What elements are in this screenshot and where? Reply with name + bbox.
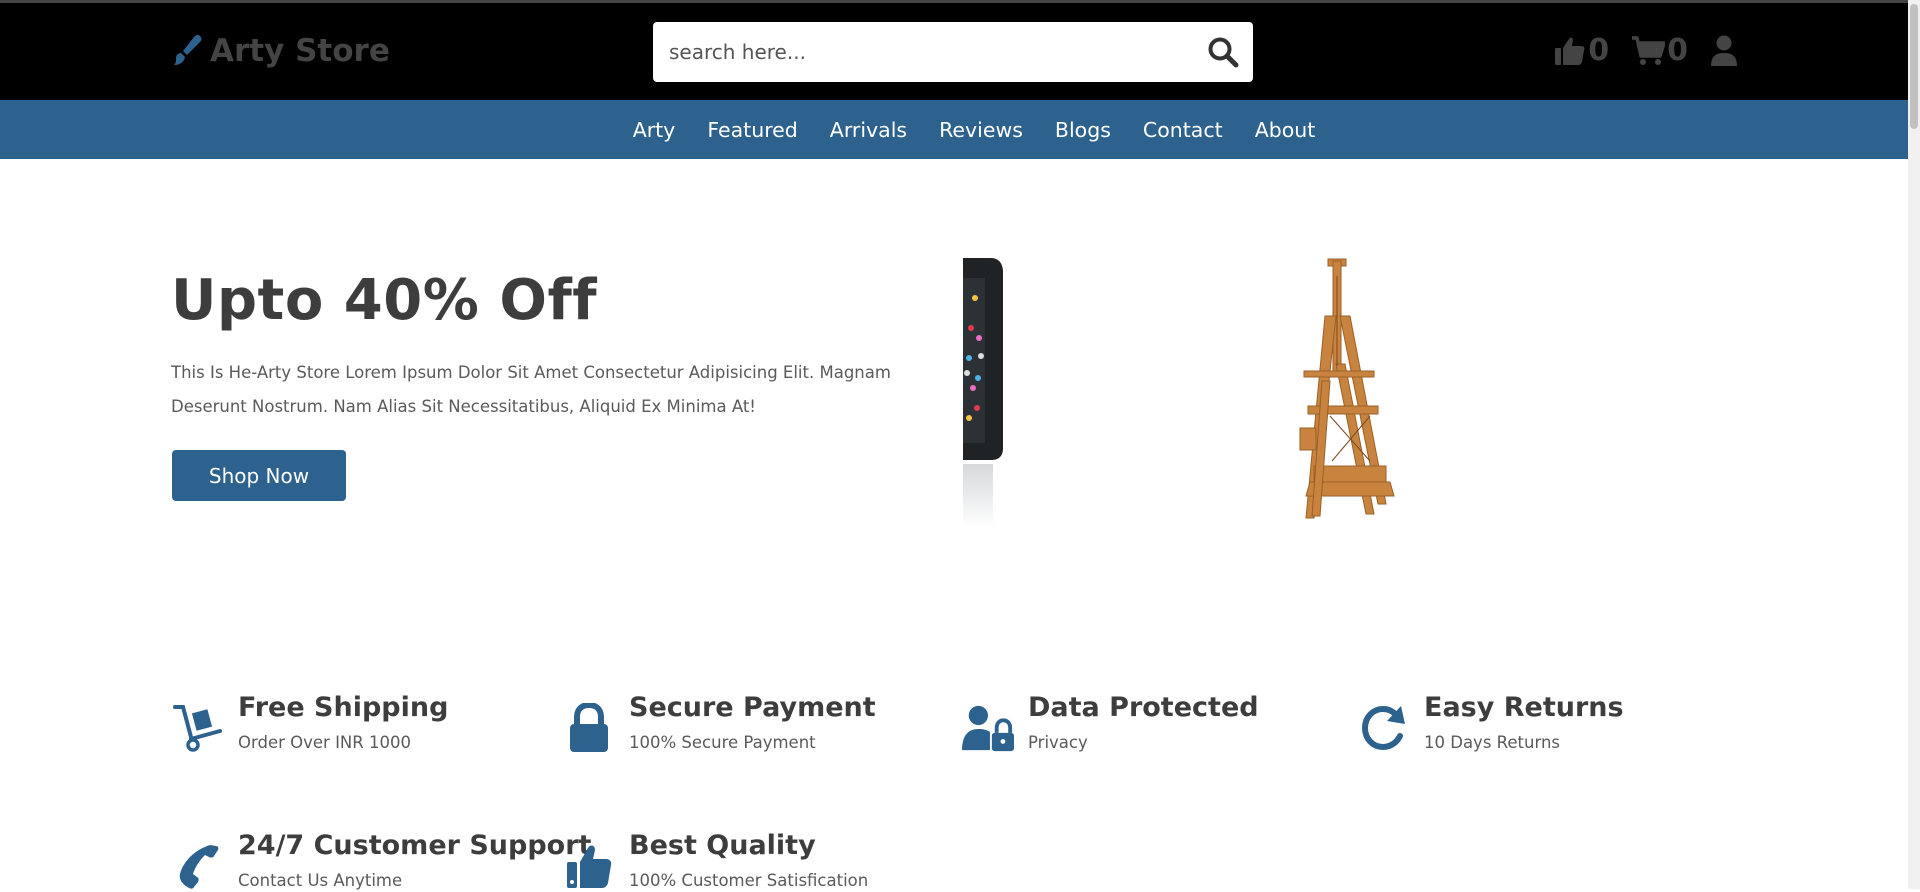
feature-secure-payment: Secure Payment 100% Secure Payment	[563, 692, 876, 754]
paint-brush-icon	[174, 34, 202, 65]
thumbs-up-icon	[1555, 37, 1585, 65]
feature-best-quality: Best Quality 100% Customer Satisfication	[563, 830, 868, 892]
brand-logo[interactable]: Arty Store	[172, 33, 390, 69]
wooden-easel-image	[1270, 256, 1420, 532]
marker-set-image	[963, 258, 1005, 528]
header-actions: 0 0	[1554, 33, 1738, 68]
cart-button[interactable]: 0	[1631, 33, 1688, 68]
likes-count: 0	[1588, 33, 1610, 68]
page-scrollbar[interactable]	[1908, 0, 1920, 889]
feature-subtitle: 10 Days Returns	[1424, 733, 1561, 752]
nav-link-arty[interactable]: Arty	[633, 118, 676, 142]
feature-title: Data Protected	[1028, 692, 1259, 723]
cart-icon	[1632, 35, 1666, 65]
top-header: Arty Store 0 0	[0, 0, 1908, 100]
hero-description: This Is He-Arty Store Lorem Ipsum Dolor …	[171, 363, 891, 416]
nav-link-arrivals[interactable]: Arrivals	[830, 118, 907, 142]
thumbs-up-icon	[563, 840, 615, 892]
account-button[interactable]	[1710, 35, 1738, 67]
feature-title: Best Quality	[629, 830, 816, 861]
scrollbar-thumb[interactable]	[1910, 4, 1918, 129]
shop-now-button[interactable]: Shop Now	[172, 450, 346, 501]
lock-icon	[563, 702, 615, 754]
nav-link-contact[interactable]: Contact	[1143, 118, 1223, 142]
feature-title: Free Shipping	[238, 692, 449, 723]
hero-title: Upto 40% Off	[171, 268, 598, 333]
feature-subtitle: Contact Us Anytime	[238, 871, 403, 890]
cart-count: 0	[1667, 33, 1688, 68]
nav-link-blogs[interactable]: Blogs	[1055, 118, 1111, 142]
search-icon	[1208, 37, 1239, 68]
user-icon	[1711, 35, 1737, 66]
nav-link-reviews[interactable]: Reviews	[939, 118, 1023, 142]
feature-subtitle: 100% Secure Payment	[629, 733, 816, 752]
nav-link-about[interactable]: About	[1255, 118, 1316, 142]
feature-subtitle: 100% Customer Satisfication	[629, 871, 869, 890]
user-lock-icon	[962, 702, 1014, 754]
search-bar	[653, 22, 1253, 82]
nav-link-featured[interactable]: Featured	[707, 118, 797, 142]
dolly-icon	[172, 702, 224, 754]
feature-subtitle: Privacy	[1028, 733, 1088, 752]
feature-easy-returns: Easy Returns 10 Days Returns	[1358, 692, 1624, 754]
feature-customer-support: 24/7 Customer Support Contact Us Anytime	[172, 830, 591, 892]
search-input[interactable]	[653, 22, 1193, 82]
redo-icon	[1358, 702, 1410, 754]
main-nav: Arty Featured Arrivals Reviews Blogs Con…	[0, 100, 1908, 159]
feature-title: Easy Returns	[1424, 692, 1624, 723]
phone-icon	[172, 840, 224, 892]
feature-title: 24/7 Customer Support	[238, 830, 592, 861]
brand-name: Arty Store	[210, 33, 390, 69]
search-button[interactable]	[1193, 22, 1253, 82]
likes-button[interactable]: 0	[1554, 33, 1609, 68]
feature-title: Secure Payment	[629, 692, 876, 723]
feature-subtitle: Order Over INR 1000	[238, 733, 411, 752]
feature-data-protected: Data Protected Privacy	[962, 692, 1259, 754]
feature-free-shipping: Free Shipping Order Over INR 1000	[172, 692, 448, 754]
